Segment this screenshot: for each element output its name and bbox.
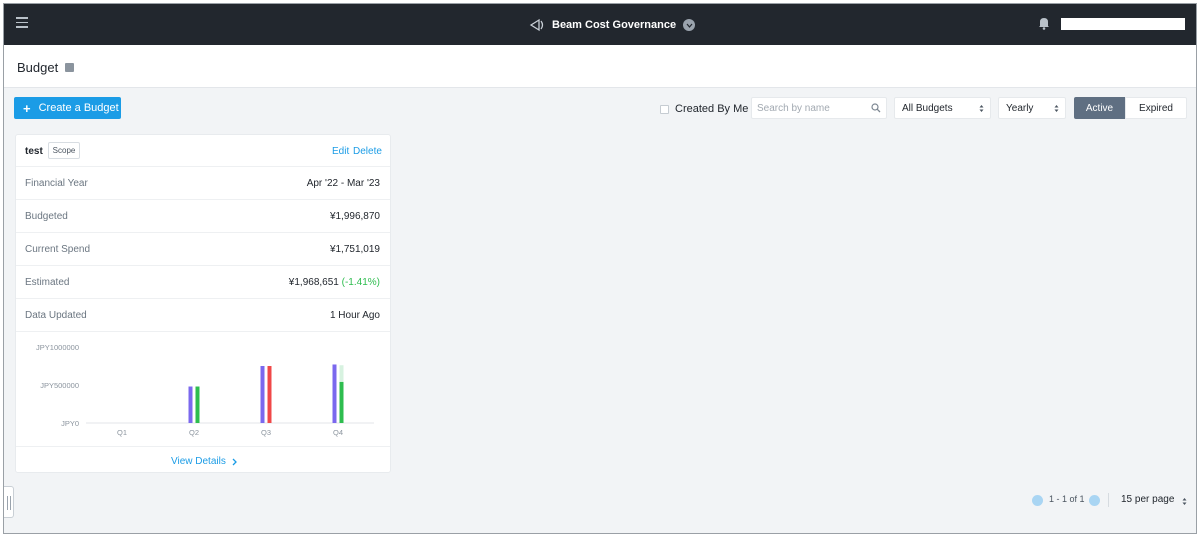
per-page-select[interactable]: 15 per page: [1121, 494, 1174, 505]
row-estimated: Estimated ¥1,968,651 (-1.41%): [16, 266, 390, 299]
x-tick-label: Q3: [261, 428, 271, 437]
card-header: test Scope Edit Delete: [16, 135, 390, 167]
row-value: ¥1,968,651 (-1.41%): [289, 277, 380, 288]
period-filter-select[interactable]: Yearly: [998, 97, 1066, 119]
search-box: [751, 97, 887, 119]
search-input[interactable]: [752, 98, 862, 118]
hamburger-icon[interactable]: [16, 17, 28, 29]
row-label: Data Updated: [25, 310, 87, 321]
budget-card: test Scope Edit Delete Financial Year Ap…: [15, 134, 391, 473]
page-header: Budget: [4, 45, 1196, 88]
bell-icon[interactable]: [1038, 16, 1050, 30]
y-tick-label: JPY1000000: [36, 343, 79, 352]
tab-expired[interactable]: Expired: [1125, 97, 1187, 119]
x-tick-label: Q1: [117, 428, 127, 437]
row-value: ¥1,751,019: [329, 244, 380, 255]
row-data-updated: Data Updated 1 Hour Ago: [16, 299, 390, 332]
row-financial-year: Financial Year Apr '22 - Mar '23: [16, 167, 390, 200]
budget-filter-value: All Budgets: [902, 102, 953, 114]
updown-icon[interactable]: [1182, 497, 1187, 506]
chart-bar: [260, 366, 265, 423]
budget-name: test: [25, 146, 43, 157]
create-budget-label: Create a Budget: [38, 102, 119, 114]
side-panel-handle[interactable]: [4, 486, 14, 518]
view-details-link[interactable]: View Details: [171, 456, 237, 467]
created-by-me-checkbox[interactable]: [660, 104, 669, 114]
chart-bar: [267, 366, 272, 423]
edit-link[interactable]: Edit: [332, 146, 349, 157]
row-current-spend: Current Spend ¥1,751,019: [16, 233, 390, 266]
budget-filter-select[interactable]: All Budgets: [894, 97, 991, 119]
created-by-me-filter[interactable]: Created By Me: [660, 103, 748, 115]
chevron-right-icon: [232, 458, 237, 465]
chart-bar: [195, 386, 200, 423]
row-label: Budgeted: [25, 211, 68, 222]
beam-logo-icon: [529, 18, 544, 32]
info-icon[interactable]: [65, 63, 74, 72]
chevron-down-icon[interactable]: [683, 19, 696, 31]
top-bar: Beam Cost Governance: [4, 4, 1196, 45]
tab-active[interactable]: Active: [1074, 97, 1125, 119]
pagination-divider: [1108, 493, 1109, 507]
updown-icon: [1054, 105, 1059, 112]
scope-button[interactable]: Scope: [48, 142, 80, 159]
row-value: ¥1,996,870: [329, 211, 380, 222]
chart-bar: [332, 364, 337, 423]
row-label: Estimated: [25, 277, 70, 288]
y-tick-label: JPY500000: [40, 381, 79, 390]
created-by-me-label: Created By Me: [675, 103, 749, 115]
chart-bar: [188, 386, 193, 423]
period-filter-value: Yearly: [1006, 102, 1034, 114]
estimated-value: ¥1,968,651: [288, 277, 339, 288]
pagination-range: 1 - 1 of 1: [1049, 494, 1085, 504]
prev-page-icon[interactable]: [1032, 495, 1043, 506]
row-value: 1 Hour Ago: [329, 310, 380, 321]
app-switcher[interactable]: Beam Cost Governance: [529, 15, 696, 35]
search-icon[interactable]: [871, 103, 881, 113]
updown-icon: [979, 105, 984, 112]
page-title: Budget: [17, 60, 59, 75]
plus-icon: +: [23, 100, 31, 116]
view-details-label: View Details: [171, 456, 226, 467]
card-footer: View Details: [16, 446, 390, 474]
row-budgeted: Budgeted ¥1,996,870: [16, 200, 390, 233]
quarterly-spend-chart: JPY0 JPY500000 JPY1000000 Q1 Q2 Q3 Q4: [36, 343, 374, 437]
row-label: Current Spend: [25, 244, 91, 255]
y-tick-label: JPY0: [61, 419, 79, 428]
estimated-percent: (-1.41%): [341, 277, 380, 288]
chart-bar: [339, 381, 344, 423]
row-value: Apr '22 - Mar '23: [306, 178, 380, 189]
app-window: Beam Cost Governance Budget + Create a B…: [3, 3, 1197, 534]
x-tick-label: Q4: [333, 428, 343, 437]
user-menu[interactable]: [1061, 18, 1185, 30]
delete-link[interactable]: Delete: [353, 146, 382, 157]
row-label: Financial Year: [25, 178, 88, 189]
x-tick-label: Q2: [189, 428, 199, 437]
create-budget-button[interactable]: + Create a Budget: [14, 97, 121, 119]
next-page-icon[interactable]: [1089, 495, 1100, 506]
app-title: Beam Cost Governance: [552, 19, 677, 31]
